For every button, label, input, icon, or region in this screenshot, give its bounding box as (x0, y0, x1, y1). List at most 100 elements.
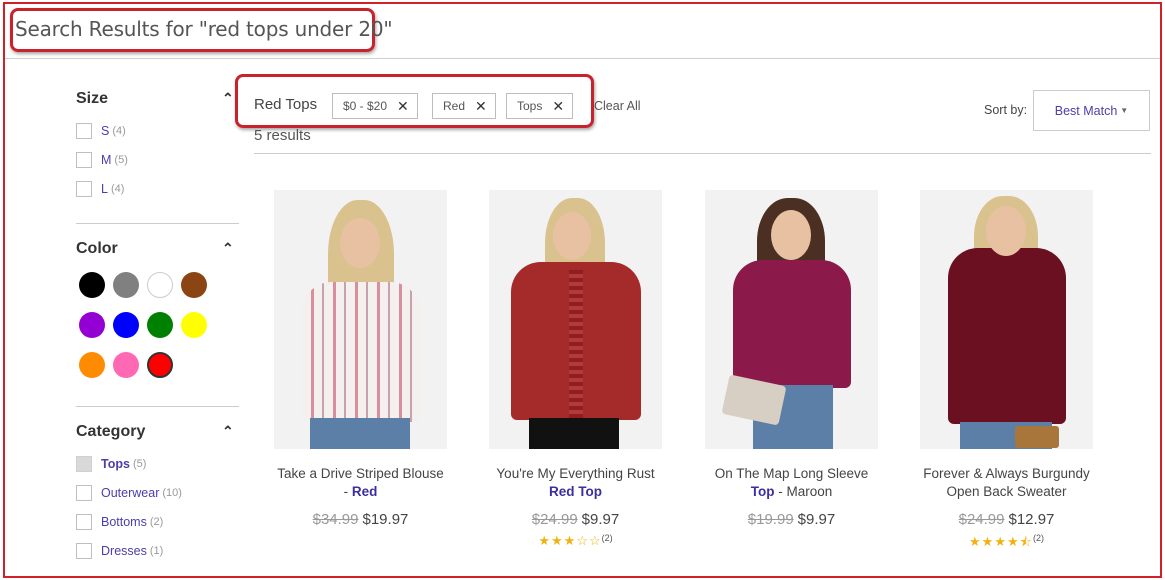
size-option-l[interactable]: L (4) (76, 180, 124, 198)
product-price: $34.99 $19.97 (258, 511, 463, 528)
sort-label: Sort by: (984, 103, 1028, 117)
color-collapse-icon[interactable]: ⌃ (222, 240, 234, 257)
product-title-suffix: Open Back Sweater (946, 484, 1067, 499)
checkbox[interactable] (76, 123, 92, 139)
close-icon[interactable]: ✕ (397, 98, 409, 115)
category-option-dresses[interactable]: Dresses (1) (76, 542, 163, 560)
results-divider (254, 153, 1151, 154)
color-swatch[interactable] (79, 352, 105, 378)
product-image[interactable] (489, 190, 662, 449)
product-card[interactable]: On The Map Long Sleeve Top - Maroon $19.… (689, 190, 894, 528)
sort-value: Best Match (1054, 103, 1118, 118)
product-title-text: Take a Drive Striped Blouse (277, 466, 444, 481)
product-title-separator: - (343, 484, 352, 499)
product-price: $19.99 $9.97 (689, 511, 894, 528)
product-title[interactable]: On The Map Long Sleeve Top - Maroon (689, 465, 894, 501)
filter-chip-label: Tops (517, 99, 543, 113)
category-option-label: Dresses (101, 544, 147, 558)
sale-price: $12.97 (1008, 511, 1055, 528)
color-swatch[interactable] (147, 352, 173, 378)
page-title: Search Results for "red tops under 20" (15, 17, 393, 41)
header-divider (5, 58, 1160, 59)
color-swatch[interactable] (113, 312, 139, 338)
category-option-label: Outerwear (101, 486, 160, 500)
color-swatch[interactable] (113, 352, 139, 378)
product-image[interactable] (274, 190, 447, 449)
checkbox[interactable] (76, 181, 92, 197)
star-rating: ★★★★⯪(2) (904, 533, 1109, 555)
category-option-count: (1) (149, 545, 164, 557)
filter-chip-label: $0 - $20 (343, 99, 388, 113)
checkbox[interactable] (76, 543, 92, 559)
category-option-bottoms[interactable]: Bottoms (2) (76, 513, 163, 531)
category-option-label: Tops (101, 457, 130, 471)
checkbox[interactable] (76, 514, 92, 530)
category-option-count: (10) (162, 487, 182, 499)
color-facet-title: Color (76, 240, 118, 257)
original-price: $19.99 (747, 511, 794, 528)
size-collapse-icon[interactable]: ⌃ (222, 90, 234, 107)
sale-price: $19.97 (362, 511, 409, 528)
size-option-count: (5) (114, 154, 128, 166)
product-title-text: Forever & Always Burgundy (923, 466, 1090, 481)
size-option-label: L (101, 182, 108, 196)
star-icons: ★★★☆☆ (538, 533, 602, 548)
checkbox[interactable] (76, 152, 92, 168)
product-title-highlight: Red Top (549, 484, 602, 499)
product-price: $24.99 $9.97 (473, 511, 678, 528)
clear-all-link[interactable]: Clear All (594, 99, 641, 113)
close-icon[interactable]: ✕ (475, 98, 487, 115)
product-card[interactable]: You're My Everything Rust Red Top $24.99… (473, 190, 678, 549)
product-title-highlight: Top (750, 484, 775, 499)
original-price: $24.99 (531, 511, 578, 528)
product-title-suffix: - Maroon (774, 484, 833, 499)
product-title-text: You're My Everything Rust (496, 466, 655, 481)
sale-price: $9.97 (581, 511, 620, 528)
filter-chip-color[interactable]: Red ✕ (432, 93, 496, 119)
filter-chip-category[interactable]: Tops ✕ (506, 93, 574, 119)
category-option-count: (5) (132, 458, 147, 470)
sort-dropdown[interactable]: Best Match ▼ (1033, 90, 1150, 131)
close-icon[interactable]: ✕ (552, 98, 564, 115)
size-facet-title: Size (76, 90, 109, 107)
checkbox-checked[interactable] (76, 456, 92, 472)
color-swatch[interactable] (147, 272, 173, 298)
product-image[interactable] (705, 190, 878, 449)
category-facet-title: Category (76, 423, 146, 440)
facet-divider (76, 406, 239, 407)
color-swatch[interactable] (79, 312, 105, 338)
category-option-tops[interactable]: Tops (5) (76, 455, 146, 473)
product-title-text: On The Map Long Sleeve (714, 466, 869, 481)
color-swatch[interactable] (79, 272, 105, 298)
star-rating: ★★★☆☆(2) (473, 533, 678, 549)
filter-chip-price[interactable]: $0 - $20 ✕ (332, 93, 418, 119)
size-option-label: S (101, 124, 110, 138)
star-icons: ★★★★⯪ (969, 534, 1033, 549)
color-swatch[interactable] (113, 272, 139, 298)
product-image[interactable] (920, 190, 1093, 449)
product-title[interactable]: Forever & Always Burgundy Open Back Swea… (904, 465, 1109, 501)
product-price: $24.99 $12.97 (904, 511, 1109, 528)
product-card[interactable]: Forever & Always Burgundy Open Back Swea… (904, 190, 1109, 555)
category-option-outerwear[interactable]: Outerwear (10) (76, 484, 182, 502)
product-title[interactable]: Take a Drive Striped Blouse - Red (258, 465, 463, 501)
size-option-label: M (101, 153, 112, 167)
product-title[interactable]: You're My Everything Rust Red Top (473, 465, 678, 501)
color-swatch[interactable] (147, 312, 173, 338)
size-option-m[interactable]: M (5) (76, 151, 128, 169)
category-option-count: (2) (149, 516, 164, 528)
color-swatch[interactable] (181, 272, 207, 298)
color-swatch[interactable] (181, 312, 207, 338)
facet-divider (76, 223, 239, 224)
checkbox[interactable] (76, 485, 92, 501)
product-title-highlight: Red (351, 484, 378, 499)
sale-price: $9.97 (797, 511, 836, 528)
rating-count: (2) (601, 533, 613, 543)
chevron-down-icon: ▼ (1120, 106, 1129, 115)
product-card[interactable]: Take a Drive Striped Blouse - Red $34.99… (258, 190, 463, 528)
original-price: $24.99 (958, 511, 1005, 528)
size-option-s[interactable]: S (4) (76, 122, 126, 140)
category-collapse-icon[interactable]: ⌃ (222, 423, 234, 440)
rating-count: (2) (1032, 533, 1044, 543)
category-option-label: Bottoms (101, 515, 147, 529)
